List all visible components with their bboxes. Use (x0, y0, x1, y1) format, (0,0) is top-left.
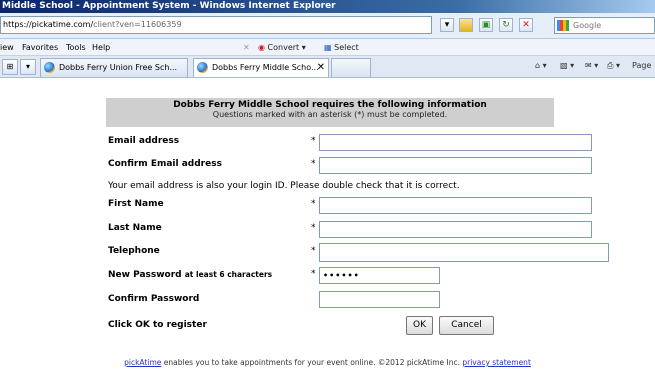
stop-icon[interactable]: ✕ (519, 18, 533, 32)
required-marker: * (311, 136, 316, 146)
lock-icon[interactable] (459, 18, 473, 32)
new-password-row: New Password at least 6 characters * •••… (106, 266, 655, 288)
required-marker: * (311, 159, 316, 169)
pdf-convert-icon: ◉ (258, 43, 265, 52)
required-marker: * (311, 223, 316, 233)
feeds-icon[interactable]: ▧ ▾ (560, 61, 574, 70)
mail-icon[interactable]: ✉ ▾ (585, 61, 598, 70)
search-input[interactable]: Google (554, 17, 655, 34)
new-tab-button[interactable] (331, 58, 371, 77)
google-logo-icon (557, 20, 569, 31)
email-note: Your email address is also your login ID… (108, 181, 460, 191)
url-host: https://pickatime.com/ (3, 20, 94, 29)
password-hint: at least 6 characters (184, 270, 273, 279)
pickatime-link[interactable]: pickAtime (124, 358, 161, 367)
compatibility-icon[interactable]: ▣ (479, 18, 493, 32)
print-icon[interactable]: ⎙ ▾ (607, 61, 620, 71)
last-name-label: Last Name (108, 223, 162, 233)
required-marker: * (311, 269, 316, 279)
menu-bar: iew Favorites Tools Help ✕ ◉ Convert ▾ ▦… (0, 39, 655, 56)
tab-dobbs-ferry-union[interactable]: Dobbs Ferry Union Free Sch... (40, 58, 188, 77)
privacy-statement-link[interactable]: privacy statement (462, 358, 531, 367)
menu-tools[interactable]: Tools (66, 39, 86, 56)
confirm-email-field[interactable] (319, 157, 592, 174)
form-header: Dobbs Ferry Middle School requires the f… (106, 98, 554, 127)
first-name-label: First Name (108, 199, 164, 209)
quick-tabs-icon[interactable]: ⊞ (2, 59, 18, 75)
dropdown-arrow-icon[interactable]: ▾ (440, 18, 454, 32)
last-name-field[interactable] (319, 221, 592, 238)
close-tab-icon[interactable]: ✕ (317, 59, 325, 76)
page-menu[interactable]: Page (632, 61, 651, 70)
required-marker: * (311, 199, 316, 209)
email-field[interactable] (319, 134, 592, 151)
close-toolbar-icon[interactable]: ✕ (243, 39, 250, 56)
telephone-label: Telephone (108, 246, 160, 256)
form-subtitle: Questions marked with an asterisk (*) mu… (212, 110, 448, 119)
confirm-password-field[interactable] (319, 291, 440, 308)
tab-dobbs-ferry-middle[interactable]: Dobbs Ferry Middle Scho... ✕ (193, 58, 329, 77)
confirm-password-label: Confirm Password (108, 294, 200, 304)
telephone-field[interactable] (319, 243, 609, 262)
menu-view[interactable]: iew (0, 39, 14, 56)
telephone-row: Telephone * (106, 243, 655, 265)
url-path: client?ven=11606359 (93, 20, 182, 29)
select-label: Select (334, 43, 359, 52)
convert-label: Convert (267, 43, 300, 52)
new-password-label-text: New Password (108, 270, 182, 280)
first-name-row: First Name * (106, 196, 655, 218)
email-row: Email address * (106, 133, 655, 155)
new-password-label: New Password at least 6 characters (108, 270, 272, 280)
last-name-row: Last Name * (106, 220, 655, 242)
tab-bar: ⊞ ▾ Dobbs Ferry Union Free Sch... Dobbs … (0, 56, 655, 78)
confirm-email-label: Confirm Email address (108, 159, 222, 169)
confirm-email-row: Confirm Email address * (106, 156, 655, 178)
tab-label: Dobbs Ferry Middle Scho... (212, 63, 319, 72)
select-icon: ▦ (324, 43, 332, 52)
required-marker: * (311, 246, 316, 256)
submit-prompt: Click OK to register (108, 320, 207, 330)
submit-row: Click OK to register OK Cancel (106, 316, 655, 338)
ie-page-icon (44, 62, 55, 73)
window-title: Middle School - Appointment System - Win… (2, 1, 336, 11)
confirm-password-row: Confirm Password (106, 290, 655, 312)
first-name-field[interactable] (319, 197, 592, 214)
ie-page-icon (197, 62, 208, 73)
cancel-button[interactable]: Cancel (439, 316, 494, 335)
new-password-field[interactable]: •••••• (319, 267, 440, 284)
tab-label: Dobbs Ferry Union Free Sch... (59, 63, 178, 72)
address-input[interactable]: https://pickatime.com/client?ven=1160635… (0, 16, 432, 34)
menu-favorites[interactable]: Favorites (22, 39, 58, 56)
email-label: Email address (108, 136, 180, 146)
select-button[interactable]: ▦ Select (324, 39, 359, 56)
menu-help[interactable]: Help (92, 39, 110, 56)
tab-list-icon[interactable]: ▾ (20, 59, 36, 75)
ok-button[interactable]: OK (406, 316, 433, 335)
address-toolbar: https://pickatime.com/client?ven=1160635… (0, 13, 655, 39)
registration-form: Dobbs Ferry Middle School requires the f… (106, 98, 554, 127)
search-placeholder: Google (573, 21, 602, 30)
home-icon[interactable]: ⌂ ▾ (535, 61, 547, 70)
form-title: Dobbs Ferry Middle School requires the f… (173, 100, 487, 110)
window-title-bar: Middle School - Appointment System - Win… (0, 0, 655, 13)
convert-button[interactable]: ◉ Convert ▾ (258, 39, 306, 56)
refresh-icon[interactable]: ↻ (499, 18, 513, 32)
footer-text: enables you to take appointments for you… (161, 358, 463, 367)
page-footer: pickAtime enables you to take appointmen… (0, 358, 655, 367)
